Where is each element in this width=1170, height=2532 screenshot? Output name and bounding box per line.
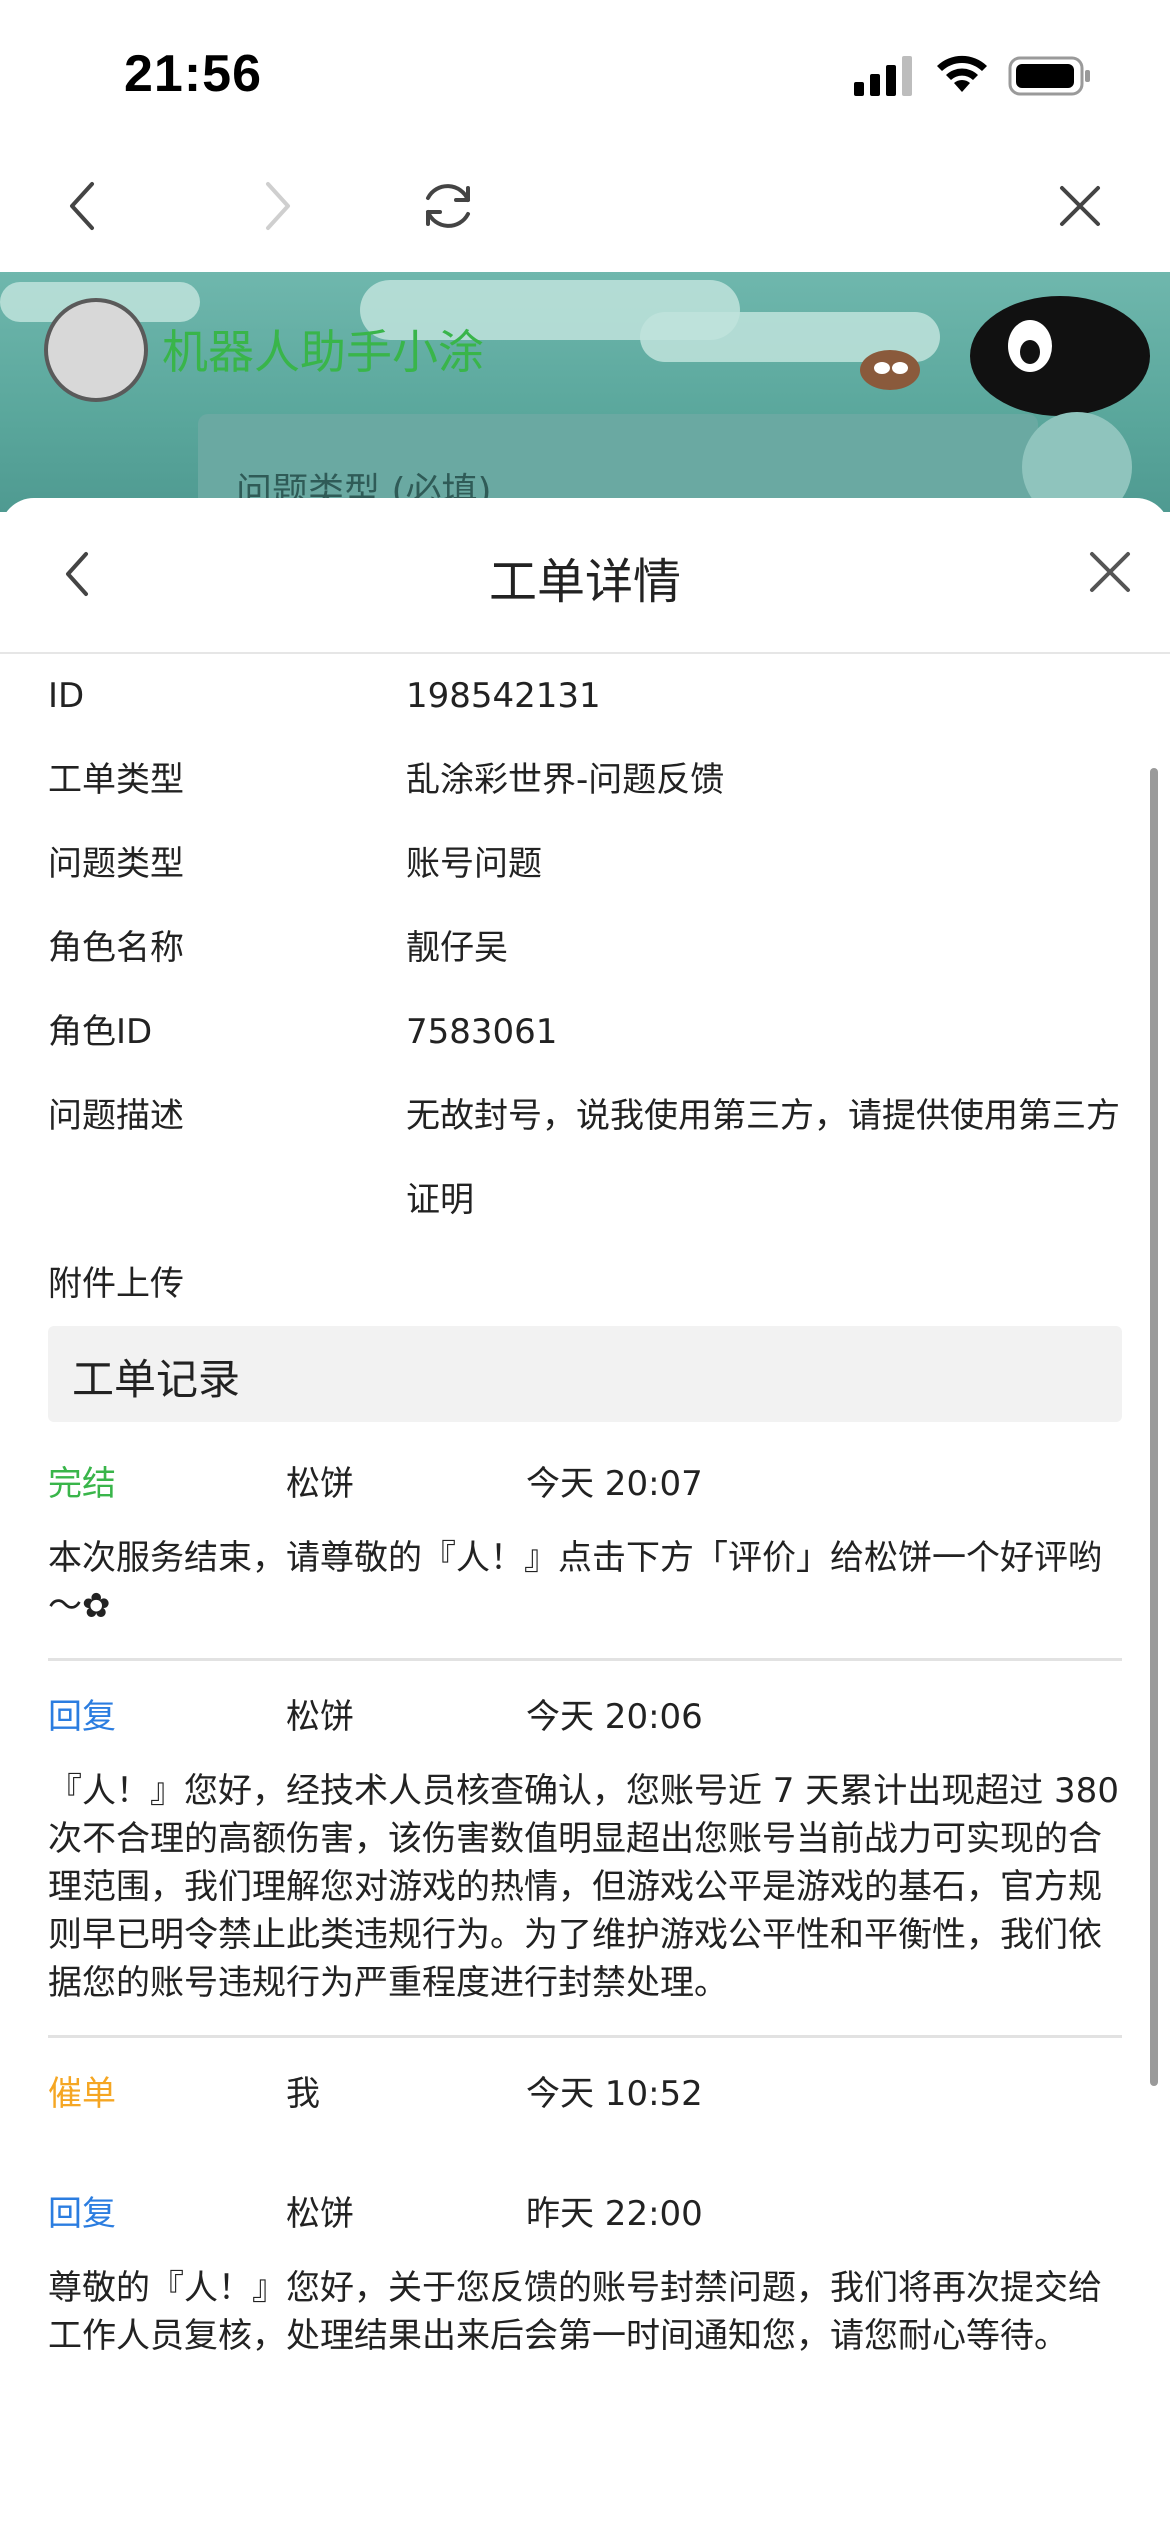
raccoon-mascot-icon [860, 350, 920, 390]
record-time: 昨天 22:00 [526, 2194, 703, 2234]
browser-reload-button[interactable] [412, 170, 484, 242]
ticket-info-table: ID 198542131 工单类型 乱涂彩世界-问题反馈 问题类型 账号问题 角… [48, 654, 1128, 1326]
info-label: 角色ID [48, 1012, 153, 1052]
info-label: 角色名称 [48, 928, 184, 968]
record-time: 今天 20:07 [526, 1464, 703, 1504]
battery-icon [1008, 56, 1090, 96]
cellular-signal-icon [854, 56, 912, 96]
record-type-reply: 回复 [48, 1697, 116, 1737]
info-value: 7583061 [406, 1012, 558, 1052]
record-item: 回复 松饼 昨天 22:00 尊敬的『人！』您好，关于您反馈的账号封禁问题，我们… [48, 2158, 1122, 2388]
record-body: 『人！』您好，经技术人员核查确认，您账号近 7 天累计出现超过 380 次不合理… [48, 1771, 1119, 2003]
record-body: 本次服务结束，请尊敬的『人！』点击下方「评价」给松饼一个好评哟～✿ [48, 1538, 1102, 1626]
info-value: 靓仔吴 [406, 928, 508, 968]
user-avatar-icon [1022, 412, 1132, 512]
info-row-attachment: 附件上传 [48, 1242, 1128, 1326]
info-row-id: ID 198542131 [48, 654, 1128, 738]
robot-assistant-banner: 机器人助手小涂 问题类型 (必填) [0, 272, 1170, 512]
record-type-reply: 回复 [48, 2194, 116, 2234]
ticket-records-list: 完结 松饼 今天 20:07 本次服务结束，请尊敬的『人！』点击下方「评价」给松… [48, 1428, 1122, 2388]
banner-title: 机器人助手小涂 [162, 325, 484, 379]
close-icon [1090, 552, 1130, 592]
record-item: 完结 松饼 今天 20:07 本次服务结束，请尊敬的『人！』点击下方「评价」给松… [48, 1428, 1122, 1661]
sheet-title: 工单详情 [488, 554, 681, 610]
record-type-urge: 催单 [48, 2074, 116, 2114]
info-row-ticket-type: 工单类型 乱涂彩世界-问题反馈 [48, 738, 1128, 822]
chevron-left-icon [70, 182, 94, 230]
info-label: 附件上传 [48, 1264, 184, 1304]
info-row-role-id: 角色ID 7583061 [48, 990, 1128, 1074]
record-body: 尊敬的『人！』您好，关于您反馈的账号封禁问题，我们将再次提交给工作人员复核，处理… [48, 2268, 1102, 2356]
record-user: 松饼 [286, 1464, 354, 1504]
info-label: 工单类型 [48, 760, 184, 800]
record-time: 今天 20:06 [526, 1697, 703, 1737]
record-item: 回复 松饼 今天 20:06 『人！』您好，经技术人员核查确认，您账号近 7 天… [48, 1661, 1122, 2038]
browser-close-button[interactable] [1044, 170, 1116, 242]
browser-back-button[interactable] [46, 170, 118, 242]
record-item: 催单 我 今天 10:52 [48, 2038, 1122, 2138]
sheet-close-button[interactable] [1072, 534, 1148, 610]
chevron-right-icon [266, 182, 290, 230]
info-value: 无故封号，说我使用第三方，请提供使用第三方证明 [406, 1096, 1120, 1220]
close-icon [1060, 186, 1100, 226]
info-row-description: 问题描述 无故封号，说我使用第三方，请提供使用第三方证明 [48, 1074, 1128, 1242]
info-label: ID [48, 676, 85, 716]
ink-mascot-icon [970, 296, 1150, 416]
info-value: 198542131 [406, 676, 601, 716]
records-title: 工单记录 [72, 1355, 241, 1404]
record-user: 我 [286, 2074, 320, 2114]
info-value: 账号问题 [406, 844, 542, 884]
record-time: 今天 10:52 [526, 2074, 703, 2114]
info-label: 问题类型 [48, 844, 184, 884]
ticket-detail-sheet: 工单详情 ID 198542131 工单类型 乱涂彩世界-问题反馈 问题类型 账… [0, 498, 1170, 2532]
reload-icon [426, 184, 470, 228]
scrollbar[interactable] [1150, 768, 1158, 2086]
record-user: 松饼 [286, 2194, 354, 2234]
info-value [406, 1242, 1128, 1326]
browser-toolbar [0, 140, 1170, 272]
status-time: 21:56 [124, 45, 262, 103]
browser-forward-button[interactable] [242, 170, 314, 242]
status-bar: 21:56 [0, 0, 1170, 140]
sheet-header: 工单详情 [0, 498, 1170, 654]
record-type-done: 完结 [48, 1464, 116, 1504]
info-row-role-name: 角色名称 靓仔吴 [48, 906, 1128, 990]
record-user: 松饼 [286, 1697, 354, 1737]
wifi-icon [937, 55, 987, 92]
info-row-issue-type: 问题类型 账号问题 [48, 822, 1128, 906]
info-label: 问题描述 [48, 1096, 184, 1136]
records-section-header: 工单记录 [48, 1326, 1122, 1422]
robot-avatar [44, 298, 148, 402]
info-value: 乱涂彩世界-问题反馈 [406, 760, 725, 800]
